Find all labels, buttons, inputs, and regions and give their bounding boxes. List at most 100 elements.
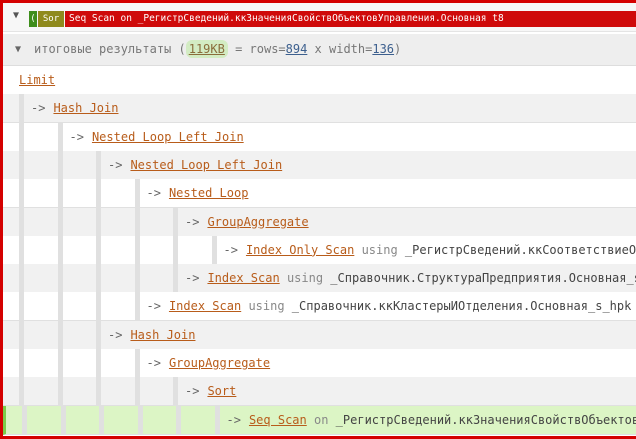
plan-node-row[interactable]: -> Nested Loop [3,179,636,209]
results-summary-row[interactable]: ▼ итоговые результаты (119KB = rows=894 … [3,34,636,66]
tree-indent-guide [96,150,101,179]
results-close-paren: ) [394,42,402,56]
plan-node-row[interactable]: -> Nested Loop Left Join [3,150,636,180]
tree-indent-guide [19,179,24,208]
plan-operation-link[interactable]: Nested Loop Left Join [130,158,282,172]
plan-node: -> GroupAggregate [185,208,309,236]
tree-arrow: -> [226,412,241,427]
plan-node-row[interactable]: -> Hash Join [3,94,636,124]
tree-indent-guide [134,179,140,208]
tree-indent-guide [57,349,63,377]
results-rows-value: 894 [285,42,308,56]
node-title-bar: ▼ ( Sor Seq Scan on _РегистрСведений.ккЗ… [3,3,636,32]
plan-operation-link[interactable]: Nested Loop Left Join [92,130,244,144]
tree-indent-guide [19,377,24,406]
plan-node: -> GroupAggregate [147,349,271,377]
tree-indent-guide [134,377,140,406]
plan-node-row[interactable]: -> GroupAggregate [3,207,636,237]
plan-object-name: _Справочник.СтруктураПредприятия.Основна… [330,271,636,286]
tree-indent-guide [96,264,101,293]
plan-operation-link[interactable]: Hash Join [53,101,118,115]
plan-keyword: using [361,242,398,257]
plan-node: -> Index Only Scan using _РегистрСведений… [224,236,636,264]
plan-keyword: on [313,412,329,427]
tree-arrow: -> [108,327,123,342]
tree-indent-guide [96,179,101,208]
plan-node: -> Seq Scan on _РегистрСведений.ккЗначени… [227,406,636,434]
plan-keyword: using [248,299,285,314]
plan-operation-link[interactable]: Index Scan [169,299,241,313]
results-size-badge: 119KB [185,40,228,58]
tree-indent-guide [57,150,63,179]
plan-node-row[interactable]: -> GroupAggregate [3,349,636,378]
chevron-down-icon[interactable]: ▼ [15,34,21,65]
tree-indent-guide [96,377,101,406]
tree-indent-guide [19,207,24,236]
plan-operation-link[interactable]: Sort [207,384,236,398]
plan-node-row[interactable]: -> Seq Scan on _РегистрСведений.ккЗначени… [3,405,636,435]
plan-node-row[interactable]: -> Index Scan using _Справочник.ккКластер… [3,292,636,322]
tree-indent-guide [134,292,140,321]
tree-indent-guide [134,235,140,264]
plan-node-row[interactable]: -> Sort [3,377,636,407]
tree-indent-guide [19,235,24,264]
plan-operation-link[interactable]: Hash Join [130,328,195,342]
plan-viewer-frame: ▼ ( Sor Seq Scan on _РегистрСведений.ккЗ… [0,0,636,439]
tree-arrow: -> [31,101,46,116]
tree-indent-guide [57,122,63,151]
tree-indent-guide [173,264,178,293]
tree-indent-guide [19,150,24,179]
plan-node-row[interactable]: -> Hash Join [3,320,636,350]
plan-node: -> Index Scan using _Справочник.ккКластер… [147,292,636,320]
chevron-down-icon[interactable]: ▼ [13,10,23,22]
tree-indent-guide [137,405,143,434]
tree-indent-guide [19,320,24,349]
plan-node-row[interactable]: -> Nested Loop Left Join [3,122,636,152]
status-badge-green: ( [29,11,37,27]
tree-indent-guide [99,405,104,434]
tree-arrow: -> [146,356,161,370]
plan-object-name: _Справочник.ккКластерыИОтделения.Основна… [291,299,632,314]
plan-node-row[interactable]: -> Index Scan using _Справочник.Структура… [3,264,636,294]
plan-node: -> Sort [185,377,236,405]
tree-indent-guide [176,405,181,434]
plan-node-row[interactable]: -> Index Only Scan using _РегистрСведений… [3,235,636,265]
tree-arrow: -> [108,157,123,172]
tree-indent-guide [57,377,63,406]
plan-node: -> Index Scan using _Справочник.Структура… [185,264,636,292]
tree-indent-guide [57,235,63,264]
selected-node-title[interactable]: Seq Scan on _РегистрСведений.ккЗначенияС… [65,11,636,27]
tree-indent-guide [173,377,178,406]
plan-operation-link[interactable]: GroupAggregate [207,215,308,229]
plan-operation-link[interactable]: Nested Loop [169,186,248,200]
plan-operation-link[interactable]: Index Scan [207,271,279,285]
plan-keyword: using [286,271,324,286]
tree-indent-guide [214,405,220,434]
plan-node-row[interactable]: Limit [3,66,636,95]
plan-node: -> Hash Join [108,321,195,349]
tree-indent-guide [96,349,101,377]
tree-indent-guide [19,292,24,321]
tree-indent-guide [96,320,101,349]
results-width-value: 136 [372,42,395,56]
status-badge-sort: Sor [38,11,64,27]
tree-indent-guide [57,292,63,321]
plan-operation-link[interactable]: GroupAggregate [169,356,270,370]
tree-arrow: -> [146,299,161,314]
tree-indent-guide [173,235,178,264]
plan-node: -> Nested Loop [147,179,249,207]
tree-indent-guide [19,349,24,377]
results-rows-label: = rows= [227,42,286,56]
tree-indent-guide [96,235,101,264]
plan-node: -> Hash Join [31,94,118,122]
plan-node: Limit [19,66,55,94]
plan-operation-link[interactable]: Seq Scan [249,413,307,427]
plan-node: -> Nested Loop Left Join [70,123,244,151]
tree-indent-guide [57,179,63,208]
plan-operation-link[interactable]: Limit [19,73,55,87]
tree-indent-guide [134,264,140,293]
tree-indent-guide [134,207,140,236]
tree-indent-guide [19,264,24,293]
plan-operation-link[interactable]: Index Only Scan [246,243,354,257]
tree-indent-guide [60,405,66,434]
